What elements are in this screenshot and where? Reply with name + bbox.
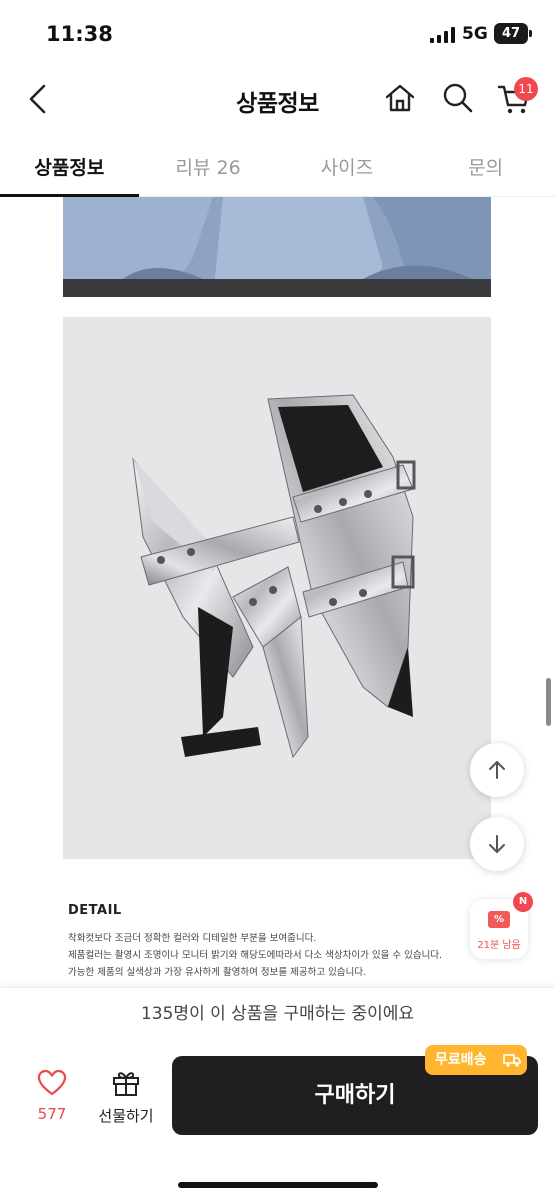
tab-size[interactable]: 사이즈 — [278, 134, 417, 196]
product-detail-content: DETAIL 착화컷보다 조금더 정확한 컬러와 디테일한 부분을 보여줍니다.… — [0, 197, 555, 987]
bottom-action-bar: 577 선물하기 구매하기 무료배송 — [0, 1039, 555, 1200]
coupon-timer-button[interactable]: % 21분 남음 N — [470, 892, 533, 959]
home-icon[interactable] — [382, 80, 418, 116]
gift-label: 선물하기 — [98, 1107, 154, 1125]
denim-photo — [63, 197, 491, 297]
signal-icon — [430, 27, 455, 43]
detail-line: 제품컬러는 촬영시 조명이나 모니터 밝기와 해당도에따라서 다소 색상차이가 … — [68, 950, 443, 961]
tab-inquiry[interactable]: 문의 — [416, 134, 555, 196]
purchase-activity-banner: 135명이 이 상품을 구매하는 중이에요 — [0, 987, 555, 1039]
heart-icon — [37, 1069, 67, 1096]
home-indicator — [178, 1182, 378, 1188]
scrollbar[interactable] — [546, 678, 551, 726]
detail-section: DETAIL 착화컷보다 조금더 정확한 컬러와 디테일한 부분을 보여줍니다.… — [68, 903, 488, 981]
scroll-bottom-button[interactable] — [470, 817, 524, 871]
status-time: 11:38 — [46, 22, 113, 46]
product-photo — [63, 317, 491, 859]
detail-heading: DETAIL — [68, 903, 122, 918]
like-count: 577 — [37, 1105, 67, 1123]
truck-icon — [503, 1054, 521, 1067]
detail-line: 착화컷보다 조금더 정확한 컬러와 디테일한 부분을 보여줍니다. — [68, 933, 317, 944]
tab-bar: 상품정보 리뷰 26 사이즈 문의 — [0, 134, 555, 197]
scroll-top-button[interactable] — [470, 743, 524, 797]
gift-icon — [113, 1072, 139, 1096]
battery-icon: 47 — [494, 23, 532, 44]
tab-product-info[interactable]: 상품정보 — [0, 134, 139, 197]
like-button[interactable]: 577 — [28, 1069, 76, 1123]
network-type: 5G — [462, 24, 488, 44]
arrow-up-icon — [489, 761, 505, 779]
coupon-icon: % — [488, 911, 510, 928]
new-badge: N — [513, 892, 533, 912]
coupon-time-left: 21분 남음 — [477, 940, 521, 951]
status-bar: 11:38 5G 47 — [0, 0, 555, 64]
app-header: 상품정보 11 — [0, 64, 555, 134]
free-shipping-label: 무료배송 — [435, 1052, 487, 1068]
detail-line: 가능한 제품의 실색상과 가장 유사하게 촬영하여 정보를 제공하고 있습니다. — [68, 967, 367, 978]
search-icon[interactable] — [440, 80, 476, 116]
free-shipping-badge: 무료배송 — [425, 1045, 527, 1075]
arrow-down-icon — [489, 835, 505, 853]
tab-reviews[interactable]: 리뷰 26 — [139, 134, 278, 196]
cart-count-badge: 11 — [514, 77, 538, 101]
gift-button[interactable]: 선물하기 — [92, 1069, 160, 1126]
